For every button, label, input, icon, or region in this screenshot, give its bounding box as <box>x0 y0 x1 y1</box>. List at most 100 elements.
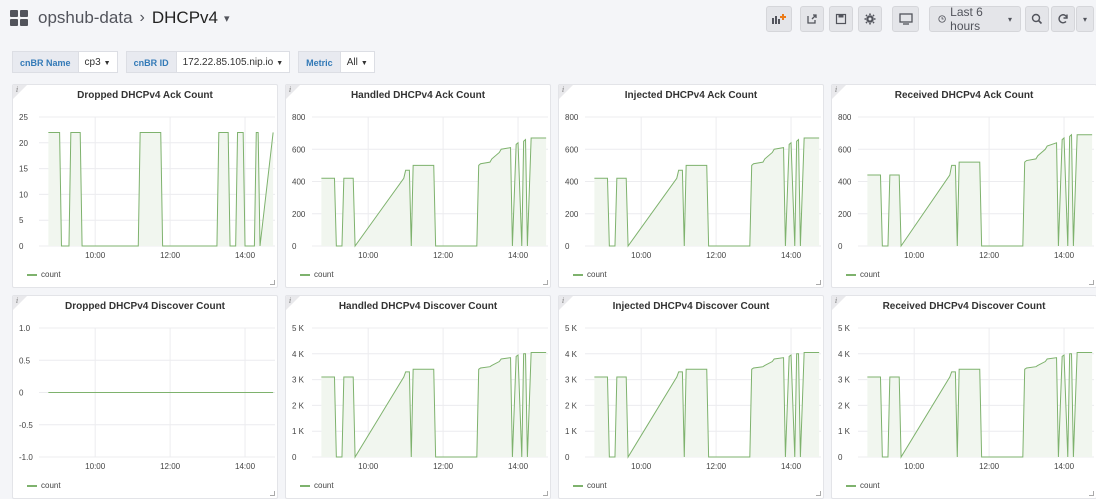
legend-item[interactable]: count <box>573 270 607 279</box>
y-tick-label: 600 <box>292 145 306 154</box>
resize-handle-icon[interactable] <box>270 280 275 285</box>
dashboard-grid-icon <box>10 10 28 26</box>
zoom-out-icon <box>1031 13 1043 25</box>
legend-swatch <box>300 484 310 487</box>
y-tick-label: 0 <box>19 389 24 398</box>
legend-label: count <box>860 481 880 490</box>
legend-item[interactable]: count <box>300 270 334 279</box>
x-tick-label: 14:00 <box>235 462 256 471</box>
top-navbar: opshub-data › DHCPv4 ▾ Last 6 hours ▾ ▾ <box>0 0 1096 36</box>
time-picker-button[interactable]: Last 6 hours ▾ <box>929 5 1021 33</box>
chevron-down-icon: ▼ <box>276 60 284 67</box>
graph-panel[interactable]: i Handled DHCPv4 Discover Count 0 1 K2 K3 K… <box>285 295 551 499</box>
y-tick-label: 800 <box>292 113 306 122</box>
graph-panel[interactable]: i Handled DHCPv4 Ack Count 0 200 400 600 800 10… <box>285 84 551 288</box>
graph-panel[interactable]: i Dropped DHCPv4 Discover Count -1.0 -0.5 0 0… <box>12 295 278 499</box>
x-tick-label: 14:00 <box>781 462 802 471</box>
y-tick-label: -1.0 <box>19 453 33 462</box>
y-tick-label: 600 <box>838 145 852 154</box>
chart-svg: 0 200 400 600 800 10:00 12:00 14:00 <box>838 113 1094 260</box>
chevron-down-icon: ▼ <box>103 60 111 67</box>
resize-handle-icon[interactable] <box>1089 491 1094 496</box>
refresh-button[interactable] <box>1051 6 1075 32</box>
variable-value: 172.22.85.105.nip.io <box>182 57 274 68</box>
chart-svg: 0 1 K 2 K 3 K 4 K 5 K 10:00 12:00 14:00 <box>292 324 548 471</box>
legend-item[interactable]: count <box>846 270 880 279</box>
y-tick-label: 0 <box>292 453 297 462</box>
chart-svg: 0 1 K 2 K 3 K 4 K 5 K 10:00 12:00 14:00 <box>565 324 821 471</box>
refresh-interval-button[interactable]: ▾ <box>1076 6 1094 32</box>
y-tick-label: 2 K <box>565 401 578 410</box>
resize-handle-icon[interactable] <box>1089 280 1094 285</box>
variable-select-metric[interactable]: All ▼ <box>340 51 375 73</box>
legend-label: count <box>587 481 607 490</box>
legend-item[interactable]: count <box>846 481 880 490</box>
y-tick-label: 400 <box>838 178 852 187</box>
x-tick-label: 12:00 <box>706 251 727 260</box>
variable-value: cp3 <box>84 57 101 68</box>
y-tick-label: 20 <box>19 139 28 148</box>
clock-icon <box>938 15 946 23</box>
breadcrumb-separator-icon: › <box>139 9 145 26</box>
y-tick-label: 800 <box>838 113 852 122</box>
x-tick-label: 14:00 <box>235 251 256 260</box>
add-panel-button[interactable] <box>766 6 792 32</box>
legend-item[interactable]: count <box>27 270 61 279</box>
x-tick-label: 12:00 <box>433 462 454 471</box>
graph-panel[interactable]: i Injected DHCPv4 Discover Count 0 1 K2 K3 … <box>558 295 824 499</box>
y-tick-label: 3 K <box>838 376 851 385</box>
zoom-out-button[interactable] <box>1025 6 1049 32</box>
y-tick-label: 3 K <box>292 376 305 385</box>
resize-handle-icon[interactable] <box>270 491 275 496</box>
variable-label-cnbr-id: cnBR ID <box>125 51 177 73</box>
resize-handle-icon[interactable] <box>816 491 821 496</box>
resize-handle-icon[interactable] <box>543 280 548 285</box>
graph-panel[interactable]: i Dropped DHCPv4 Ack Count 0 5 10 15 20 25 10:00… <box>12 84 278 288</box>
chevron-down-icon: ▾ <box>1082 14 1087 24</box>
settings-button[interactable] <box>858 6 882 32</box>
x-tick-label: 10:00 <box>85 251 106 260</box>
breadcrumb-folder[interactable]: opshub-data <box>38 8 133 28</box>
y-tick-label: 200 <box>565 210 579 219</box>
graph-panel[interactable]: i Received DHCPv4 Ack Count 0 200 400 600 800 1… <box>831 84 1096 288</box>
legend-label: count <box>860 270 880 279</box>
x-tick-label: 10:00 <box>85 462 106 471</box>
legend-swatch <box>27 484 37 487</box>
resize-handle-icon[interactable] <box>543 491 548 496</box>
y-tick-label: 0 <box>19 242 24 251</box>
share-button[interactable] <box>800 6 824 32</box>
legend-label: count <box>41 270 61 279</box>
y-tick-label: 0 <box>838 242 843 251</box>
x-tick-label: 10:00 <box>631 462 652 471</box>
chart-svg: 0 5 10 15 20 25 10:00 12:00 14:00 <box>19 113 275 260</box>
graph-panel[interactable]: i Received DHCPv4 Discover Count 0 1 K2 K3 … <box>831 295 1096 499</box>
legend-item[interactable]: count <box>300 481 334 490</box>
legend-swatch <box>27 273 37 276</box>
legend-item[interactable]: count <box>27 481 61 490</box>
breadcrumb[interactable]: opshub-data › DHCPv4 ▾ <box>10 8 230 28</box>
y-tick-label: 200 <box>838 210 852 219</box>
x-tick-label: 12:00 <box>979 251 1000 260</box>
x-tick-label: 14:00 <box>508 462 529 471</box>
y-tick-label: 1 K <box>292 427 305 436</box>
y-tick-label: 5 <box>19 216 24 225</box>
y-tick-label: 400 <box>565 178 579 187</box>
chevron-down-icon: ▼ <box>360 60 368 67</box>
variable-select-cnbr-name[interactable]: cp3 ▼ <box>78 51 118 73</box>
chart-svg: 0 200 400 600 800 10:00 12:00 14:00 <box>565 113 821 260</box>
y-tick-label: -0.5 <box>19 421 33 430</box>
legend-item[interactable]: count <box>573 481 607 490</box>
graph-panel[interactable]: i Injected DHCPv4 Ack Count 0 200 400 600 800 1… <box>558 84 824 288</box>
variable-select-cnbr-id[interactable]: 172.22.85.105.nip.io ▼ <box>176 51 291 73</box>
y-tick-label: 800 <box>565 113 579 122</box>
chevron-down-icon[interactable]: ▾ <box>224 12 230 25</box>
x-tick-label: 14:00 <box>781 251 802 260</box>
dashboard-title[interactable]: DHCPv4 <box>152 8 218 28</box>
legend-label: count <box>314 481 334 490</box>
tv-mode-button[interactable] <box>892 6 919 32</box>
save-button[interactable] <box>829 6 853 32</box>
y-tick-label: 15 <box>19 165 28 174</box>
x-tick-label: 10:00 <box>904 251 925 260</box>
resize-handle-icon[interactable] <box>816 280 821 285</box>
y-tick-label: 5 K <box>565 324 578 333</box>
